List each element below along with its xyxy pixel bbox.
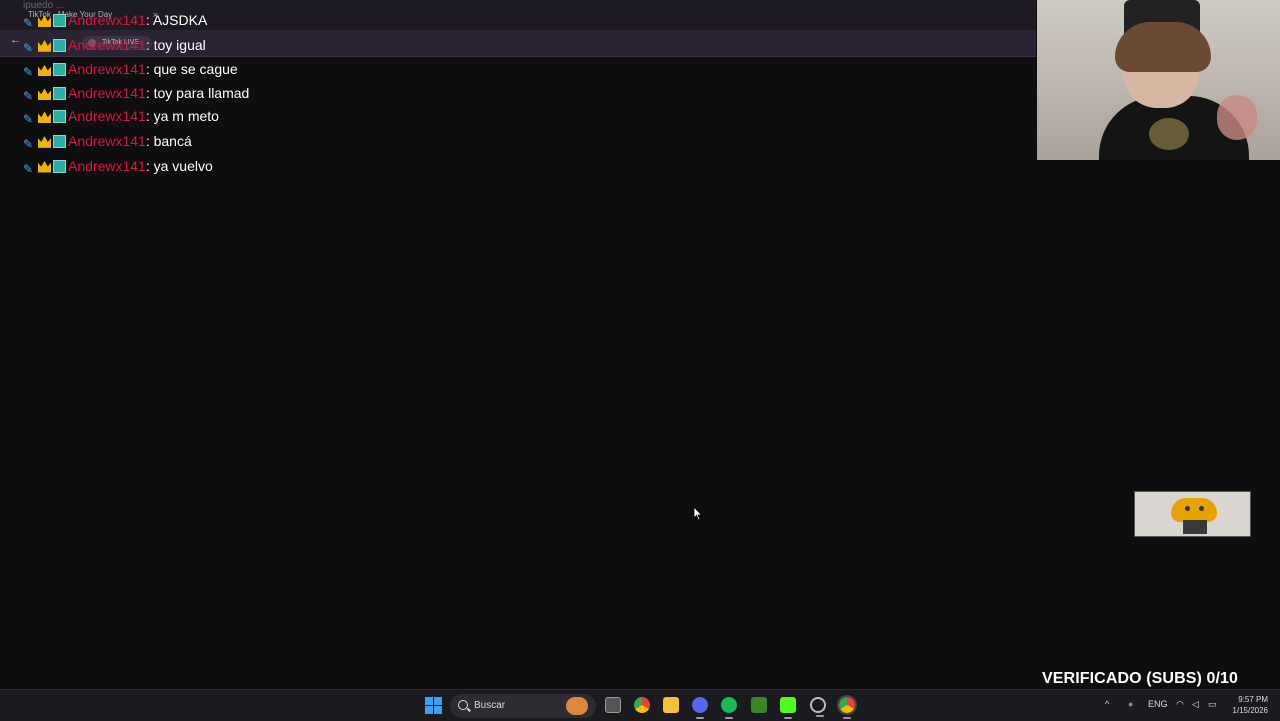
- discord-icon[interactable]: [692, 697, 708, 719]
- chrome-icon[interactable]: [634, 697, 650, 713]
- emote-character-icon: [1171, 498, 1217, 522]
- sub-badge-icon: [53, 110, 66, 124]
- language-indicator[interactable]: ENG: [1148, 699, 1168, 709]
- chat-text: toy igual: [149, 36, 206, 53]
- chat-username: Andrewx141: [68, 12, 146, 28]
- chat-message: ✎ Andrewx141: bancá: [23, 129, 323, 154]
- sub-badge-icon: [53, 87, 66, 101]
- chat-message: ✎ Andrewx141: toy igual: [23, 33, 323, 58]
- webcam-shirt-print: [1149, 118, 1189, 150]
- microphone-icon[interactable]: ●: [1128, 699, 1133, 709]
- crown-badge-icon: [38, 15, 51, 27]
- emote-eye: [1199, 506, 1204, 511]
- pin-badge-icon: ✎: [23, 136, 34, 151]
- chat-message: ✎ Andrewx141: que se cague: [23, 57, 323, 82]
- clock-date: 1/15/2026: [1232, 706, 1268, 715]
- tray-overflow-icon[interactable]: ^: [1105, 699, 1109, 709]
- chat-text: que se cague: [149, 61, 238, 78]
- sub-badge-icon: [53, 63, 66, 77]
- chat-message: ✎ Andrewx141: ya vuelvo: [23, 154, 323, 179]
- spotify-icon[interactable]: [721, 697, 737, 719]
- windows-start-icon[interactable]: [425, 697, 442, 714]
- wifi-icon[interactable]: ◠: [1176, 699, 1184, 710]
- chat-text: AJSDKA: [149, 12, 208, 28]
- chrome-active-icon[interactable]: [837, 695, 857, 719]
- minecraft-icon[interactable]: [751, 697, 767, 713]
- crown-badge-icon: [38, 111, 51, 124]
- taskbar-search[interactable]: Buscar: [450, 694, 596, 718]
- chat-text: ya vuelvo: [149, 157, 213, 174]
- webcam-person-hand: [1217, 95, 1257, 140]
- sub-badge-icon: [53, 38, 66, 52]
- crown-badge-icon: [38, 160, 51, 173]
- chat-message: ✎ Andrewx141: toy para llamad: [23, 82, 253, 104]
- chat-message: ✎ Andrewx141: ya m meto: [23, 104, 323, 129]
- taskbar-clock[interactable]: 9:57 PM 1/15/2026: [1226, 694, 1268, 716]
- crown-badge-icon: [38, 88, 51, 101]
- crown-badge-icon: [38, 64, 51, 77]
- chat-top-fragment: ipuedo ...: [23, 0, 65, 11]
- file-explorer-icon[interactable]: [663, 697, 679, 713]
- kick-icon[interactable]: [780, 697, 796, 719]
- mouse-cursor-icon: [693, 505, 703, 526]
- obs-icon[interactable]: [810, 697, 826, 717]
- clock-time: 9:57 PM: [1238, 695, 1268, 704]
- chat-username: Andrewx141: [68, 85, 146, 102]
- pin-badge-icon: ✎: [23, 161, 34, 176]
- verificado-subs-counter: VERIFICADO (SUBS) 0/10: [1042, 670, 1239, 687]
- pin-badge-icon: ✎: [23, 40, 34, 55]
- chat-overlay: ✎ Andrewx141: AJSDKA ✎ Andrewx141: toy igu…: [23, 8, 323, 178]
- crown-badge-icon: [38, 40, 51, 52]
- task-view-icon[interactable]: [605, 697, 621, 713]
- chat-username: Andrewx141: [68, 132, 146, 149]
- chat-username: Andrewx141: [68, 157, 146, 174]
- chat-username: Andrewx141: [68, 108, 146, 125]
- taskbar: Buscar ^ ● ENG ◠ ◁ ▭ 9:57 PM 1/15/2026: [0, 689, 1280, 721]
- sub-badge-icon: [53, 134, 66, 148]
- sub-badge-icon: [53, 159, 66, 173]
- back-arrow-icon[interactable]: ←: [10, 34, 21, 46]
- search-highlight-icon: [566, 697, 588, 715]
- crown-badge-icon: [38, 136, 51, 148]
- emote-legs: [1183, 520, 1207, 534]
- taskbar-search-label: Buscar: [474, 700, 506, 711]
- emote-gif: [1134, 491, 1251, 537]
- chat-username: Andrewx141: [68, 36, 146, 53]
- pin-badge-icon: ✎: [23, 89, 34, 104]
- pin-badge-icon: ✎: [23, 16, 34, 30]
- battery-icon[interactable]: ▭: [1208, 699, 1217, 710]
- chat-message: ✎ Andrewx141: AJSDKA: [23, 8, 323, 33]
- chat-username: Andrewx141: [68, 61, 146, 78]
- emote-eye: [1185, 506, 1190, 511]
- pin-badge-icon: ✎: [23, 112, 34, 127]
- volume-icon[interactable]: ◁: [1192, 699, 1199, 710]
- chat-text: toy para llamad: [149, 85, 250, 102]
- webcam-person-hair: [1115, 22, 1211, 72]
- chat-text: bancá: [149, 132, 192, 149]
- webcam-feed: [1037, 0, 1280, 160]
- pin-badge-icon: ✎: [23, 65, 34, 80]
- search-icon: [458, 700, 468, 710]
- chat-text: ya m meto: [149, 108, 219, 125]
- sub-badge-icon: [53, 14, 66, 27]
